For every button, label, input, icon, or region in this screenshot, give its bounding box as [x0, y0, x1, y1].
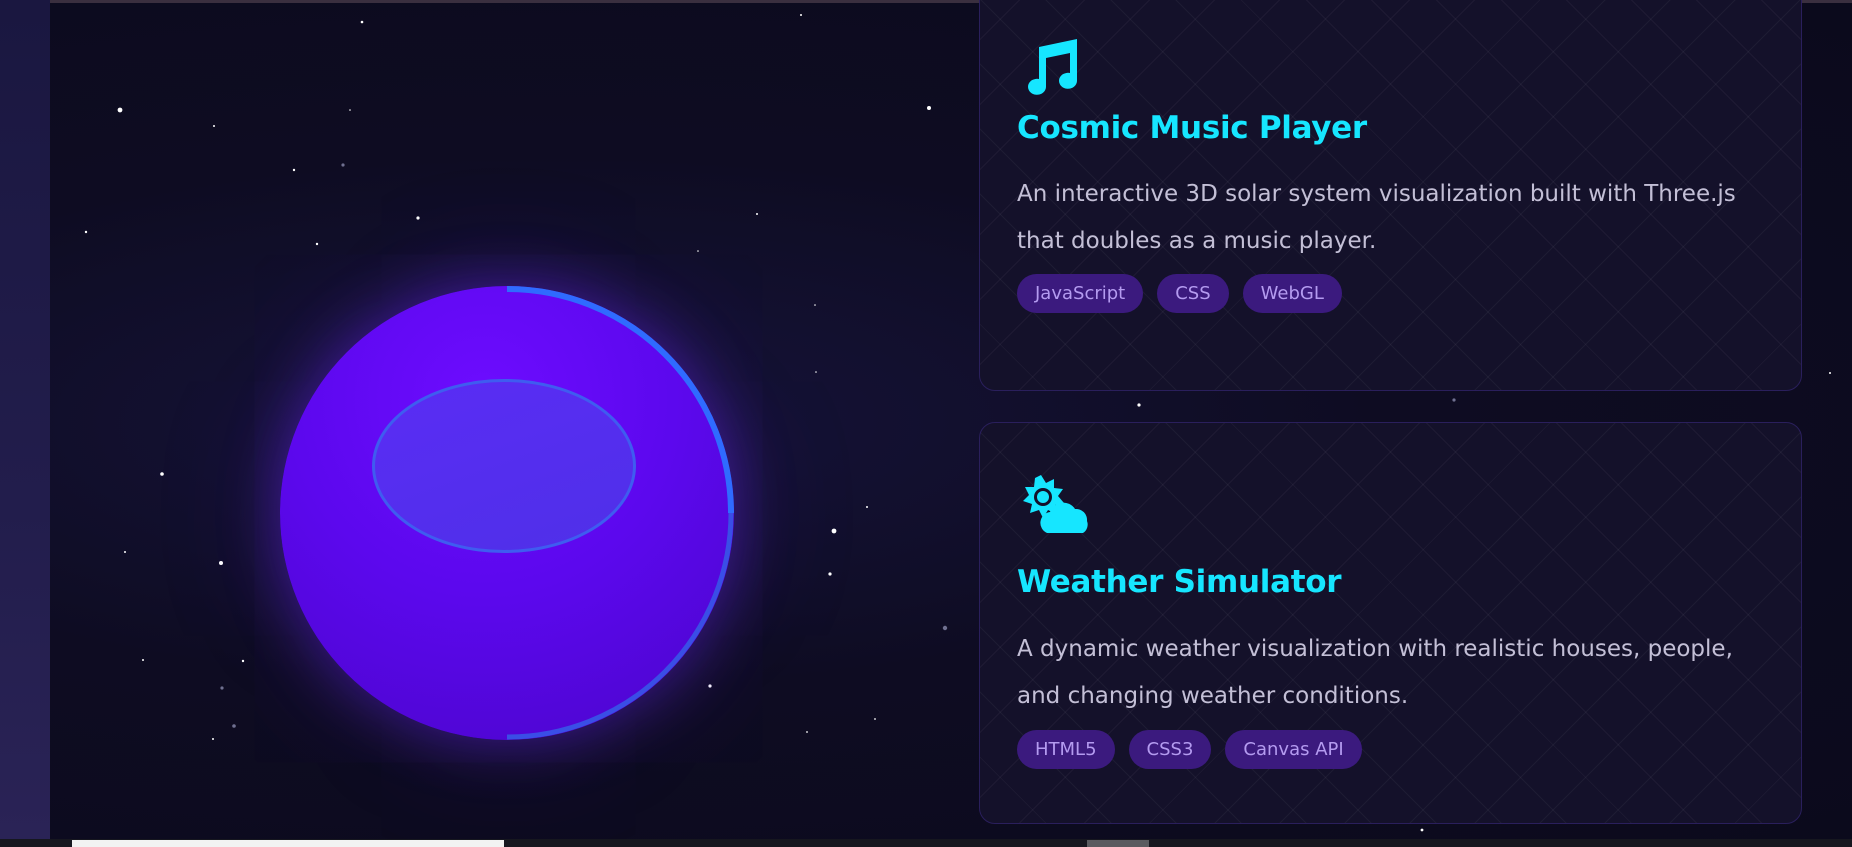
tag-canvas-api: Canvas API: [1225, 730, 1362, 769]
card-description: An interactive 3D solar system visualiza…: [1017, 181, 1736, 254]
tag-css: CSS: [1157, 274, 1229, 313]
tag-html5: HTML5: [1017, 730, 1115, 769]
tag-list: HTML5 CSS3 Canvas API: [1017, 730, 1362, 769]
tag-css3: CSS3: [1128, 730, 1212, 769]
tag-webgl: WebGL: [1242, 274, 1342, 313]
project-card-music-player[interactable]: Cosmic Music Player An interactive 3D so…: [979, 0, 1802, 391]
project-card-weather-simulator[interactable]: Weather Simulator A dynamic weather visu…: [979, 422, 1802, 824]
music-note-icon: [1028, 39, 1077, 95]
horizontal-scrollbar-thumb[interactable]: [1087, 840, 1149, 847]
tag-javascript: JavaScript: [1017, 274, 1144, 313]
planet-visual: [280, 286, 734, 740]
tag-list: JavaScript CSS WebGL: [1017, 274, 1342, 313]
card-title: Weather Simulator: [1017, 564, 1342, 600]
sun-cloud-icon: [1023, 475, 1088, 533]
page: Cosmic Music Player An interactive 3D so…: [0, 0, 1852, 847]
planet-inner-ellipse: [372, 379, 636, 553]
card-title: Cosmic Music Player: [1017, 110, 1367, 146]
card-description: A dynamic weather visualization with rea…: [1017, 636, 1733, 709]
left-edge-strip: [0, 0, 50, 840]
bottom-panel-tab[interactable]: [72, 840, 504, 847]
